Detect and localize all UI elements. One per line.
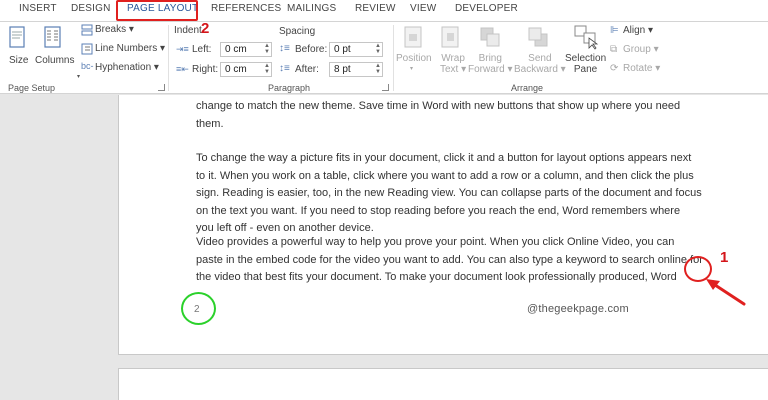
tab-references[interactable]: REFERENCES xyxy=(211,3,281,19)
indent-left-input[interactable]: 0 cm ▲ ▼ xyxy=(220,42,272,57)
paragraph-theme[interactable]: change to match the new theme. Save time… xyxy=(196,98,721,133)
tab-view[interactable]: VIEW xyxy=(410,3,436,19)
wrap-text-button[interactable]: Wrap Text ▾ xyxy=(440,53,466,75)
send-backward-icon xyxy=(528,27,548,47)
text-line: To change the way a picture fits in your… xyxy=(196,152,692,164)
send-backward-button[interactable]: Send Backward ▾ xyxy=(514,53,566,75)
spacing-after-icon: ↕≡ xyxy=(279,63,290,74)
position-button[interactable]: Position xyxy=(396,53,432,64)
step-number-1: 1 xyxy=(720,249,729,266)
tab-review[interactable]: REVIEW xyxy=(355,3,396,19)
page-setup-group-label: Page Setup xyxy=(8,83,56,93)
text-line: them. xyxy=(196,117,224,130)
selection-pane-icon xyxy=(574,25,599,50)
bring-forward-button[interactable]: Bring Forward ▾ xyxy=(468,53,513,75)
paragraph-launcher-icon[interactable] xyxy=(382,84,389,91)
indent-left-icon: ⇥≡ xyxy=(176,44,189,54)
position-dropdown-icon: ▾ xyxy=(410,66,414,72)
columns-dropdown-icon: ▾ xyxy=(77,74,81,80)
selection-pane-button[interactable]: Selection Pane xyxy=(565,53,606,75)
bring-forward-icon xyxy=(480,27,500,47)
spacing-before-label: Before: xyxy=(295,44,328,55)
paragraph-layout[interactable]: To change the way a picture fits in your… xyxy=(196,150,721,238)
columns-icon xyxy=(44,26,61,48)
breaks-icon xyxy=(81,24,93,36)
text-line: to it. When you work on a table, click w… xyxy=(196,169,694,182)
line-numbers-icon xyxy=(81,43,93,55)
tab-mailings[interactable]: MAILINGS xyxy=(287,3,336,19)
indent-right-icon: ≡⇤ xyxy=(176,64,189,74)
text-line: paste in the embed code for the video yo… xyxy=(196,253,703,266)
text-line: sign. Reading is easier, too, in the new… xyxy=(196,187,702,199)
group-divider xyxy=(168,25,169,91)
breaks-button[interactable]: Breaks ▾ xyxy=(95,24,134,35)
watermark: @thegeekpage.com xyxy=(527,303,629,315)
paragraph-group-label: Paragraph xyxy=(268,83,311,93)
paragraph-video[interactable]: Video provides a powerful way to help yo… xyxy=(196,234,721,287)
columns-button[interactable]: Columns xyxy=(35,55,74,66)
indent-label: Indent xyxy=(174,25,202,36)
tab-insert[interactable]: INSERT xyxy=(19,3,57,19)
align-icon: ⊫ xyxy=(610,25,619,36)
align-button[interactable]: Align ▾ xyxy=(623,25,653,36)
spacing-before-spinner-icon[interactable]: ▲ ▼ xyxy=(375,43,381,55)
spacing-before-input[interactable]: 0 pt ▲ ▼ xyxy=(329,42,383,57)
text-line: the video that best fits your document. … xyxy=(196,271,677,283)
rotate-icon: ⟳ xyxy=(610,63,619,74)
indent-left-spinner-icon[interactable]: ▲ ▼ xyxy=(264,43,270,55)
position-icon xyxy=(404,26,422,48)
text-line: on the text you want. If you need to sto… xyxy=(196,204,681,217)
group-button[interactable]: Group ▾ xyxy=(623,44,659,55)
hyphenation-icon: bc- xyxy=(81,61,94,71)
annotation-arrow-icon xyxy=(706,279,746,306)
hyphenation-button[interactable]: Hyphenation ▾ xyxy=(95,62,159,73)
text-line: change to match the new theme. Save time… xyxy=(196,100,681,112)
group-icon: ⧉ xyxy=(610,44,618,55)
tab-developer[interactable]: DEVELOPER xyxy=(455,3,518,19)
document-next-page[interactable] xyxy=(118,368,768,400)
indent-left-label: Left: xyxy=(192,44,212,55)
spacing-after-input[interactable]: 8 pt ▲ ▼ xyxy=(329,62,383,77)
tab-design[interactable]: DESIGN xyxy=(71,3,111,19)
step-number-2: 2 xyxy=(201,20,210,37)
line-numbers-button[interactable]: Line Numbers ▾ xyxy=(95,43,165,54)
indent-right-spinner-icon[interactable]: ▲ ▼ xyxy=(264,63,270,75)
ribbon-page-layout: Size Columns ▾ Breaks ▾ Line Numbers ▾ b… xyxy=(0,21,768,94)
indent-right-label: Right: xyxy=(192,64,219,75)
text-line: Video provides a powerful way to help yo… xyxy=(196,236,675,248)
spacing-before-icon: ↕≡ xyxy=(279,43,290,54)
page-layout-tab-highlight xyxy=(116,0,198,21)
spacing-after-spinner-icon[interactable]: ▲ ▼ xyxy=(375,63,381,75)
arrange-group-label: Arrange xyxy=(511,83,544,93)
page-setup-launcher-icon[interactable] xyxy=(158,84,165,91)
wrap-text-icon xyxy=(441,26,459,48)
group-divider xyxy=(393,25,394,91)
page-number: 2 xyxy=(194,304,200,315)
rotate-button[interactable]: Rotate ▾ xyxy=(623,63,660,74)
ribbon-top-border xyxy=(0,21,768,22)
spacing-label: Spacing xyxy=(279,26,316,37)
spacing-after-label: After: xyxy=(295,64,319,75)
size-icon xyxy=(9,26,25,48)
indent-right-input[interactable]: 0 cm ▲ ▼ xyxy=(220,62,272,77)
size-button[interactable]: Size xyxy=(9,55,28,66)
